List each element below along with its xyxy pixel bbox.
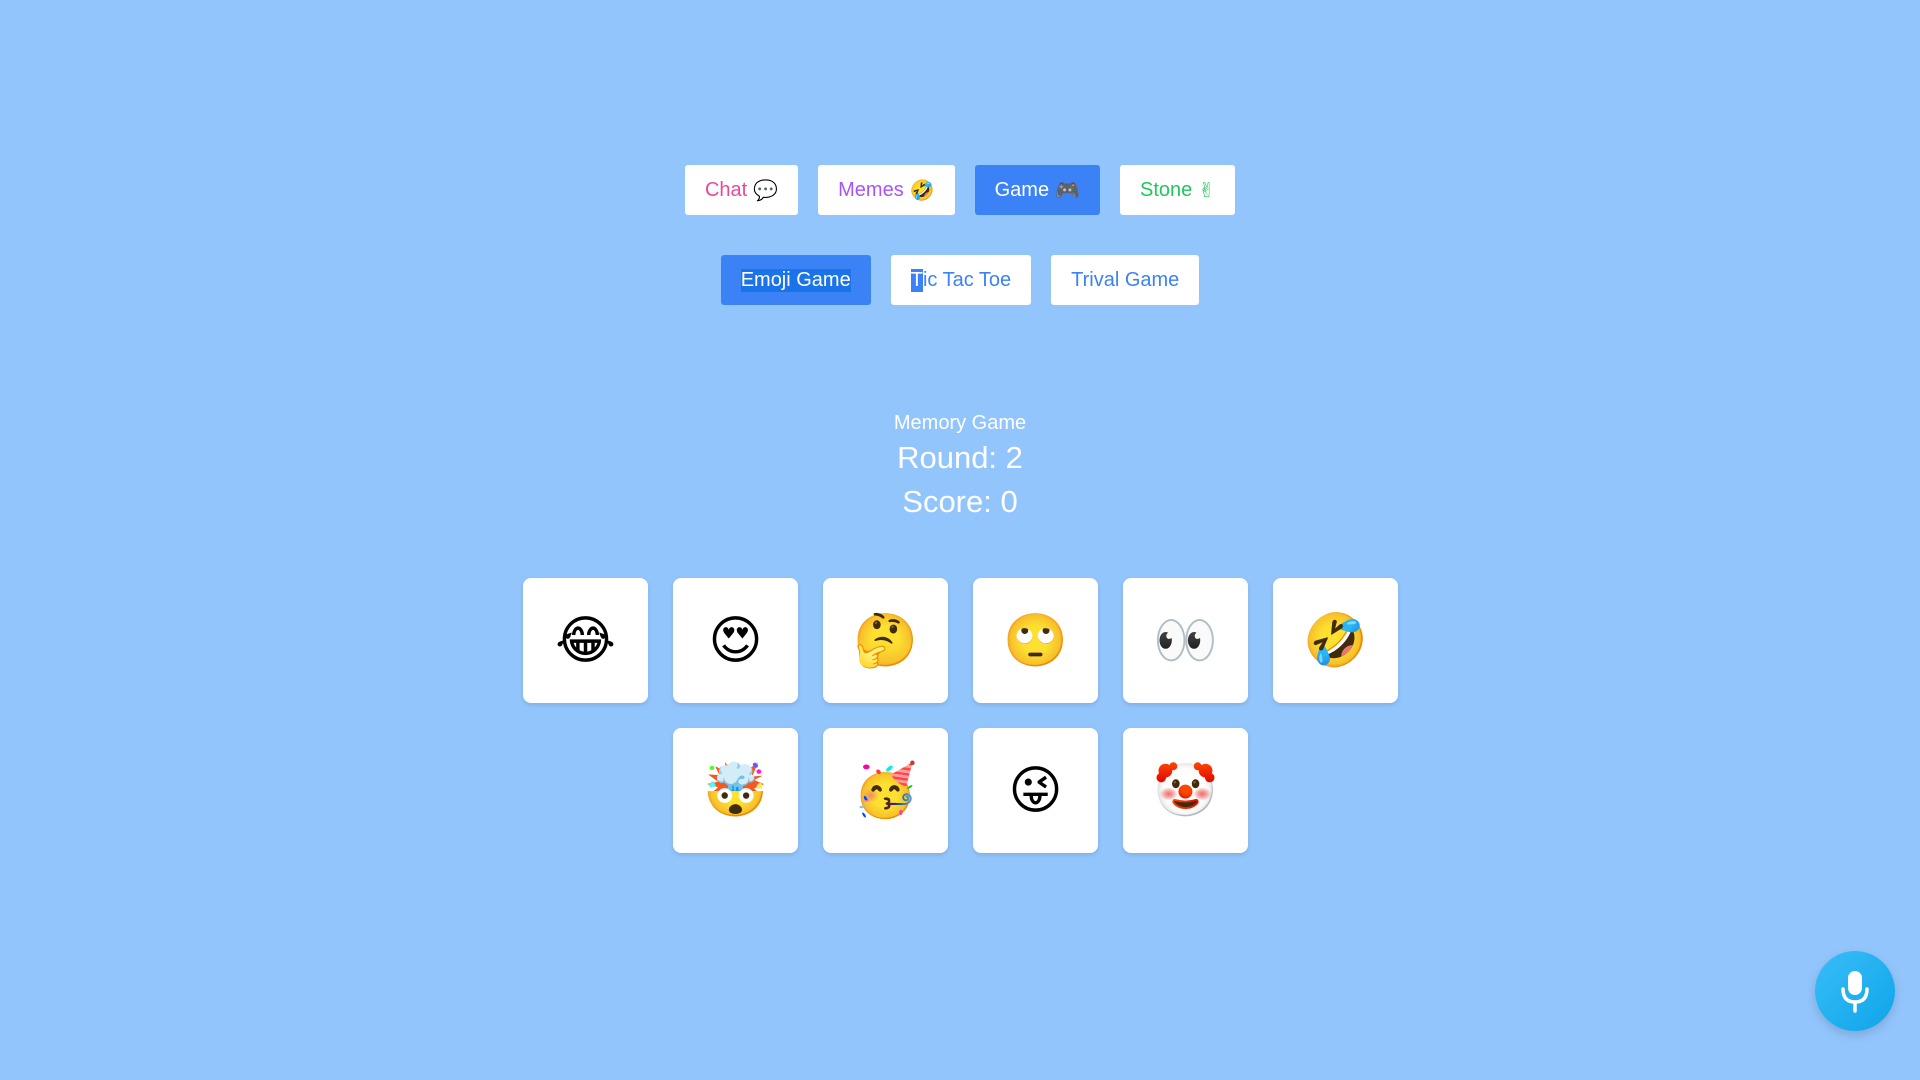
victory-hand-icon: ✌	[1198, 178, 1216, 202]
tab-chat[interactable]: Chat 💬	[684, 165, 799, 215]
card-eyes[interactable]: 👀	[1123, 578, 1248, 703]
card-party-face[interactable]: 🥳	[823, 728, 948, 853]
card-exploding-head[interactable]: 🤯	[673, 728, 798, 853]
tab-tic-tac-toe[interactable]: Tic Tac Toe	[890, 255, 1032, 305]
tab-trival-game-label: Trival Game	[1071, 268, 1180, 291]
tab-game[interactable]: Game 🎮	[974, 165, 1100, 215]
card-eye-roll[interactable]: 🙄	[973, 578, 1098, 703]
card-winking-tongue[interactable]: 😜	[973, 728, 1098, 853]
tab-stone[interactable]: Stone ✌	[1119, 165, 1236, 215]
tab-game-label: Game	[994, 178, 1050, 201]
tab-memes-label: Memes	[838, 178, 904, 201]
game-controller-icon: 🎮	[1055, 178, 1080, 202]
voice-input-button[interactable]	[1815, 951, 1895, 1031]
tab-tic-tac-toe-label: ic Tac Toe	[922, 268, 1012, 291]
tab-trival-game[interactable]: Trival Game	[1051, 255, 1200, 305]
speech-bubble-icon: 💬	[753, 178, 779, 202]
card-clown[interactable]: 🤡	[1123, 728, 1248, 853]
microphone-icon	[1841, 971, 1869, 1013]
tab-stone-label: Stone	[1139, 178, 1193, 201]
tab-tic-tac-toe-first-letter: T	[910, 268, 923, 292]
card-thinking[interactable]: 🤔	[823, 578, 948, 703]
tab-emoji-game-label: Emoji Game	[740, 268, 851, 292]
tab-chat-label: Chat	[704, 178, 748, 201]
rofl-icon: 🤣	[909, 178, 935, 202]
card-tears-of-joy[interactable]: 😂	[523, 578, 648, 703]
score-counter: Score: 0	[902, 484, 1018, 519]
game-title: Memory Game	[893, 412, 1027, 434]
tab-memes[interactable]: Memes 🤣	[818, 165, 955, 215]
main-nav: Chat 💬 Memes 🤣 Game 🎮 Stone ✌	[0, 165, 1920, 215]
card-rofl[interactable]: 🤣	[1273, 578, 1398, 703]
card-heart-eyes[interactable]: 😍	[673, 578, 798, 703]
memory-card-grid: 😂 😍 🤔 🙄 👀 🤣 🤯 🥳 😜 🤡	[523, 578, 1398, 853]
tab-emoji-game[interactable]: Emoji Game	[720, 255, 871, 305]
round-counter: Round: 2	[897, 440, 1023, 475]
game-header: Memory Game Round: 2 Score: 0	[0, 410, 1920, 524]
game-subnav: Emoji Game Tic Tac Toe Trival Game	[0, 255, 1920, 305]
